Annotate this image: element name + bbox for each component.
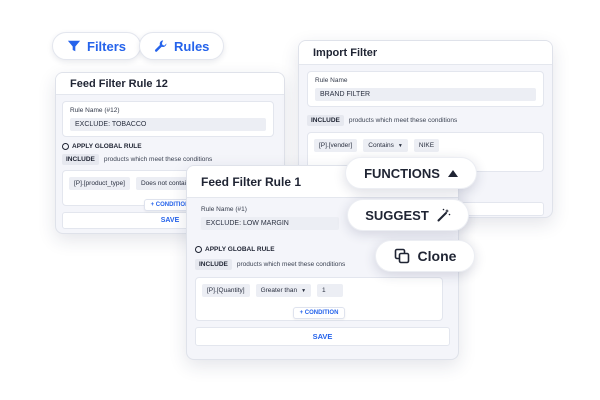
rules-label: Rules xyxy=(174,38,210,54)
rule-1-operator-select[interactable]: Greater than ▼ xyxy=(255,284,312,297)
import-name-input[interactable]: BRAND FILTER xyxy=(315,88,536,101)
rule-12-title: Feed Filter Rule 12 xyxy=(70,77,168,90)
copy-icon xyxy=(394,248,409,264)
magic-wand-icon xyxy=(437,208,451,222)
rule-12-field-select[interactable]: [P].[product_type] xyxy=(69,177,130,190)
rule-12-header: Feed Filter Rule 12 xyxy=(56,73,284,95)
rule-1-save-button[interactable]: SAVE xyxy=(195,327,450,346)
suggest-button[interactable]: SUGGEST xyxy=(347,199,469,231)
caret-down-icon: ▼ xyxy=(397,143,403,149)
rule-12-name-label: Rule Name (#12) xyxy=(70,107,120,114)
rule-1-name-input[interactable]: EXCLUDE: LOW MARGIN xyxy=(201,217,339,230)
globe-icon xyxy=(195,246,202,253)
wrench-icon xyxy=(154,40,167,52)
import-operator-label: Contains xyxy=(368,142,394,149)
import-name-label: Rule Name xyxy=(315,77,348,84)
clone-button[interactable]: Clone xyxy=(375,240,475,272)
rule-1-include-tag[interactable]: INCLUDE xyxy=(195,259,232,270)
import-value-input[interactable]: NIKE xyxy=(413,139,440,152)
globe-icon xyxy=(62,143,69,150)
import-filter-title: Import Filter xyxy=(313,46,378,59)
rule-1-global-label: APPLY GLOBAL RULE xyxy=(205,246,275,253)
import-operator-select[interactable]: Contains ▼ xyxy=(363,139,408,152)
clone-label: Clone xyxy=(417,248,457,264)
functions-label: FUNCTIONS xyxy=(364,165,440,181)
import-include-tag[interactable]: INCLUDE xyxy=(307,115,344,126)
import-field-select[interactable]: [P].[vender] xyxy=(314,139,358,152)
rule-1-add-condition-button[interactable]: + CONDITION xyxy=(292,307,346,319)
rule-1-name-label: Rule Name (#1) xyxy=(201,206,247,213)
import-filter-header: Import Filter xyxy=(299,41,552,65)
rule-1-field-select[interactable]: [P].[Quantity] xyxy=(202,284,250,297)
rule-12-name-field: Rule Name (#12) EXCLUDE: TOBACCO xyxy=(62,101,274,137)
filters-button[interactable]: Filters xyxy=(52,32,142,60)
import-include-text: products which meet these conditions xyxy=(348,117,458,124)
functions-button[interactable]: FUNCTIONS xyxy=(345,157,477,189)
rule-1-operator-label: Greater than xyxy=(260,287,298,294)
rule-1-name-field: Rule Name (#1) EXCLUDE: LOW MARGIN xyxy=(195,204,345,232)
filter-icon xyxy=(67,40,81,52)
rules-button[interactable]: Rules xyxy=(139,32,225,60)
caret-down-icon: ▼ xyxy=(301,288,307,294)
filters-label: Filters xyxy=(87,38,127,54)
suggest-label: SUGGEST xyxy=(365,207,429,223)
rule-12-name-input[interactable]: EXCLUDE: TOBACCO xyxy=(70,118,266,131)
rule-12-global-rule[interactable]: APPLY GLOBAL RULE xyxy=(62,143,278,150)
rule-12-global-label: APPLY GLOBAL RULE xyxy=(72,143,142,150)
import-name-field: Rule Name BRAND FILTER xyxy=(307,71,544,107)
rule-1-value-input[interactable]: 1 xyxy=(317,284,344,297)
rule-12-include-tag[interactable]: INCLUDE xyxy=(62,154,99,165)
rule-1-condition-box: [P].[Quantity] Greater than ▼ 1 + CONDITI… xyxy=(195,277,443,321)
rule-1-title: Feed Filter Rule 1 xyxy=(201,174,302,189)
rule-1-include-text: products which meet these conditions xyxy=(236,261,346,268)
caret-up-icon xyxy=(447,169,458,177)
rule-12-include-text: products which meet these conditions xyxy=(103,156,213,163)
